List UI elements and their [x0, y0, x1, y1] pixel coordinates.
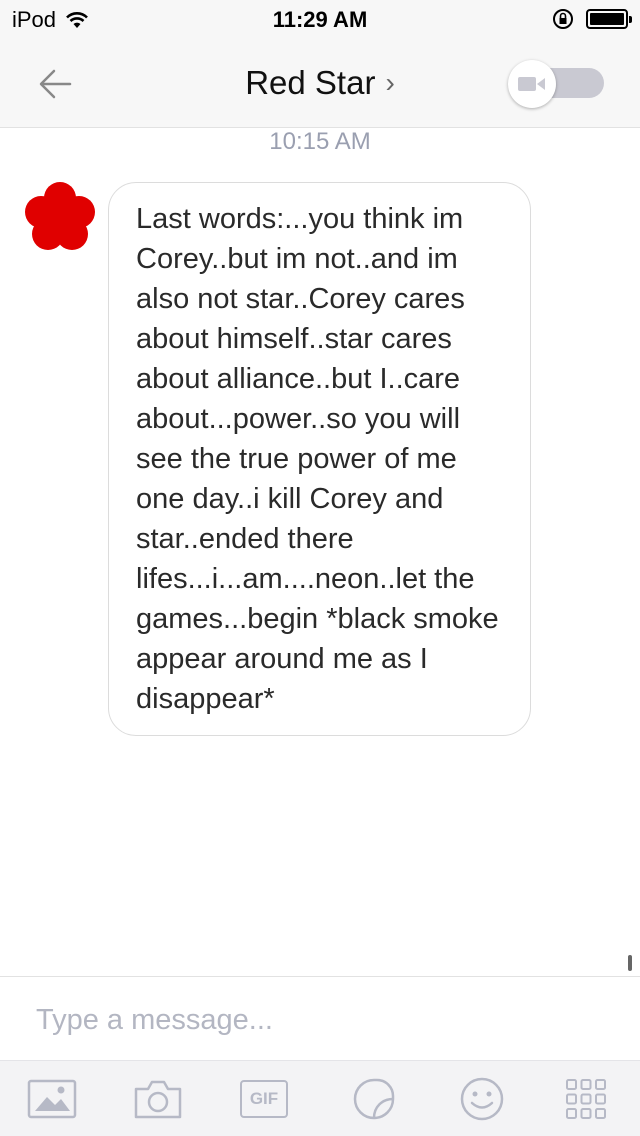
red-flower-avatar-icon — [25, 182, 95, 250]
more-grid-icon — [566, 1079, 606, 1119]
nav-bar: Red Star › — [0, 40, 640, 128]
toggle-knob — [508, 60, 556, 108]
scrollbar[interactable] — [628, 955, 632, 971]
more-button[interactable] — [558, 1075, 614, 1123]
sticker-button[interactable] — [346, 1075, 402, 1123]
status-right — [552, 8, 632, 30]
composer-bar — [0, 976, 640, 1061]
video-call-toggle[interactable] — [508, 60, 604, 108]
gif-button[interactable]: GIF — [236, 1075, 292, 1123]
message-timestamp: 10:15 AM — [269, 128, 371, 155]
emoji-icon — [460, 1077, 504, 1121]
camera-button[interactable] — [130, 1075, 186, 1123]
composer-toolbar: GIF — [0, 1060, 640, 1136]
emoji-button[interactable] — [454, 1075, 510, 1123]
status-time: 11:29 AM — [272, 7, 368, 32]
status-bar: iPod 11:29 AM — [0, 0, 640, 40]
message-text: Last words:...you think im Corey..but im… — [136, 203, 499, 715]
camera-icon — [134, 1080, 182, 1119]
rotation-lock-icon — [553, 9, 573, 29]
gif-label: GIF — [249, 1089, 279, 1108]
sender-avatar[interactable] — [24, 182, 96, 254]
message-bubble[interactable]: Last words:...you think im Corey..but im… — [108, 182, 531, 736]
gif-icon: GIF — [240, 1080, 288, 1118]
sticker-icon — [353, 1078, 395, 1120]
conversation-title: Red Star — [245, 64, 376, 101]
video-camera-icon — [518, 77, 545, 91]
image-icon — [27, 1079, 77, 1119]
battery-icon — [586, 9, 632, 29]
chevron-right-icon: › — [385, 67, 395, 98]
image-button[interactable] — [24, 1075, 80, 1123]
message-input[interactable] — [34, 995, 618, 1045]
